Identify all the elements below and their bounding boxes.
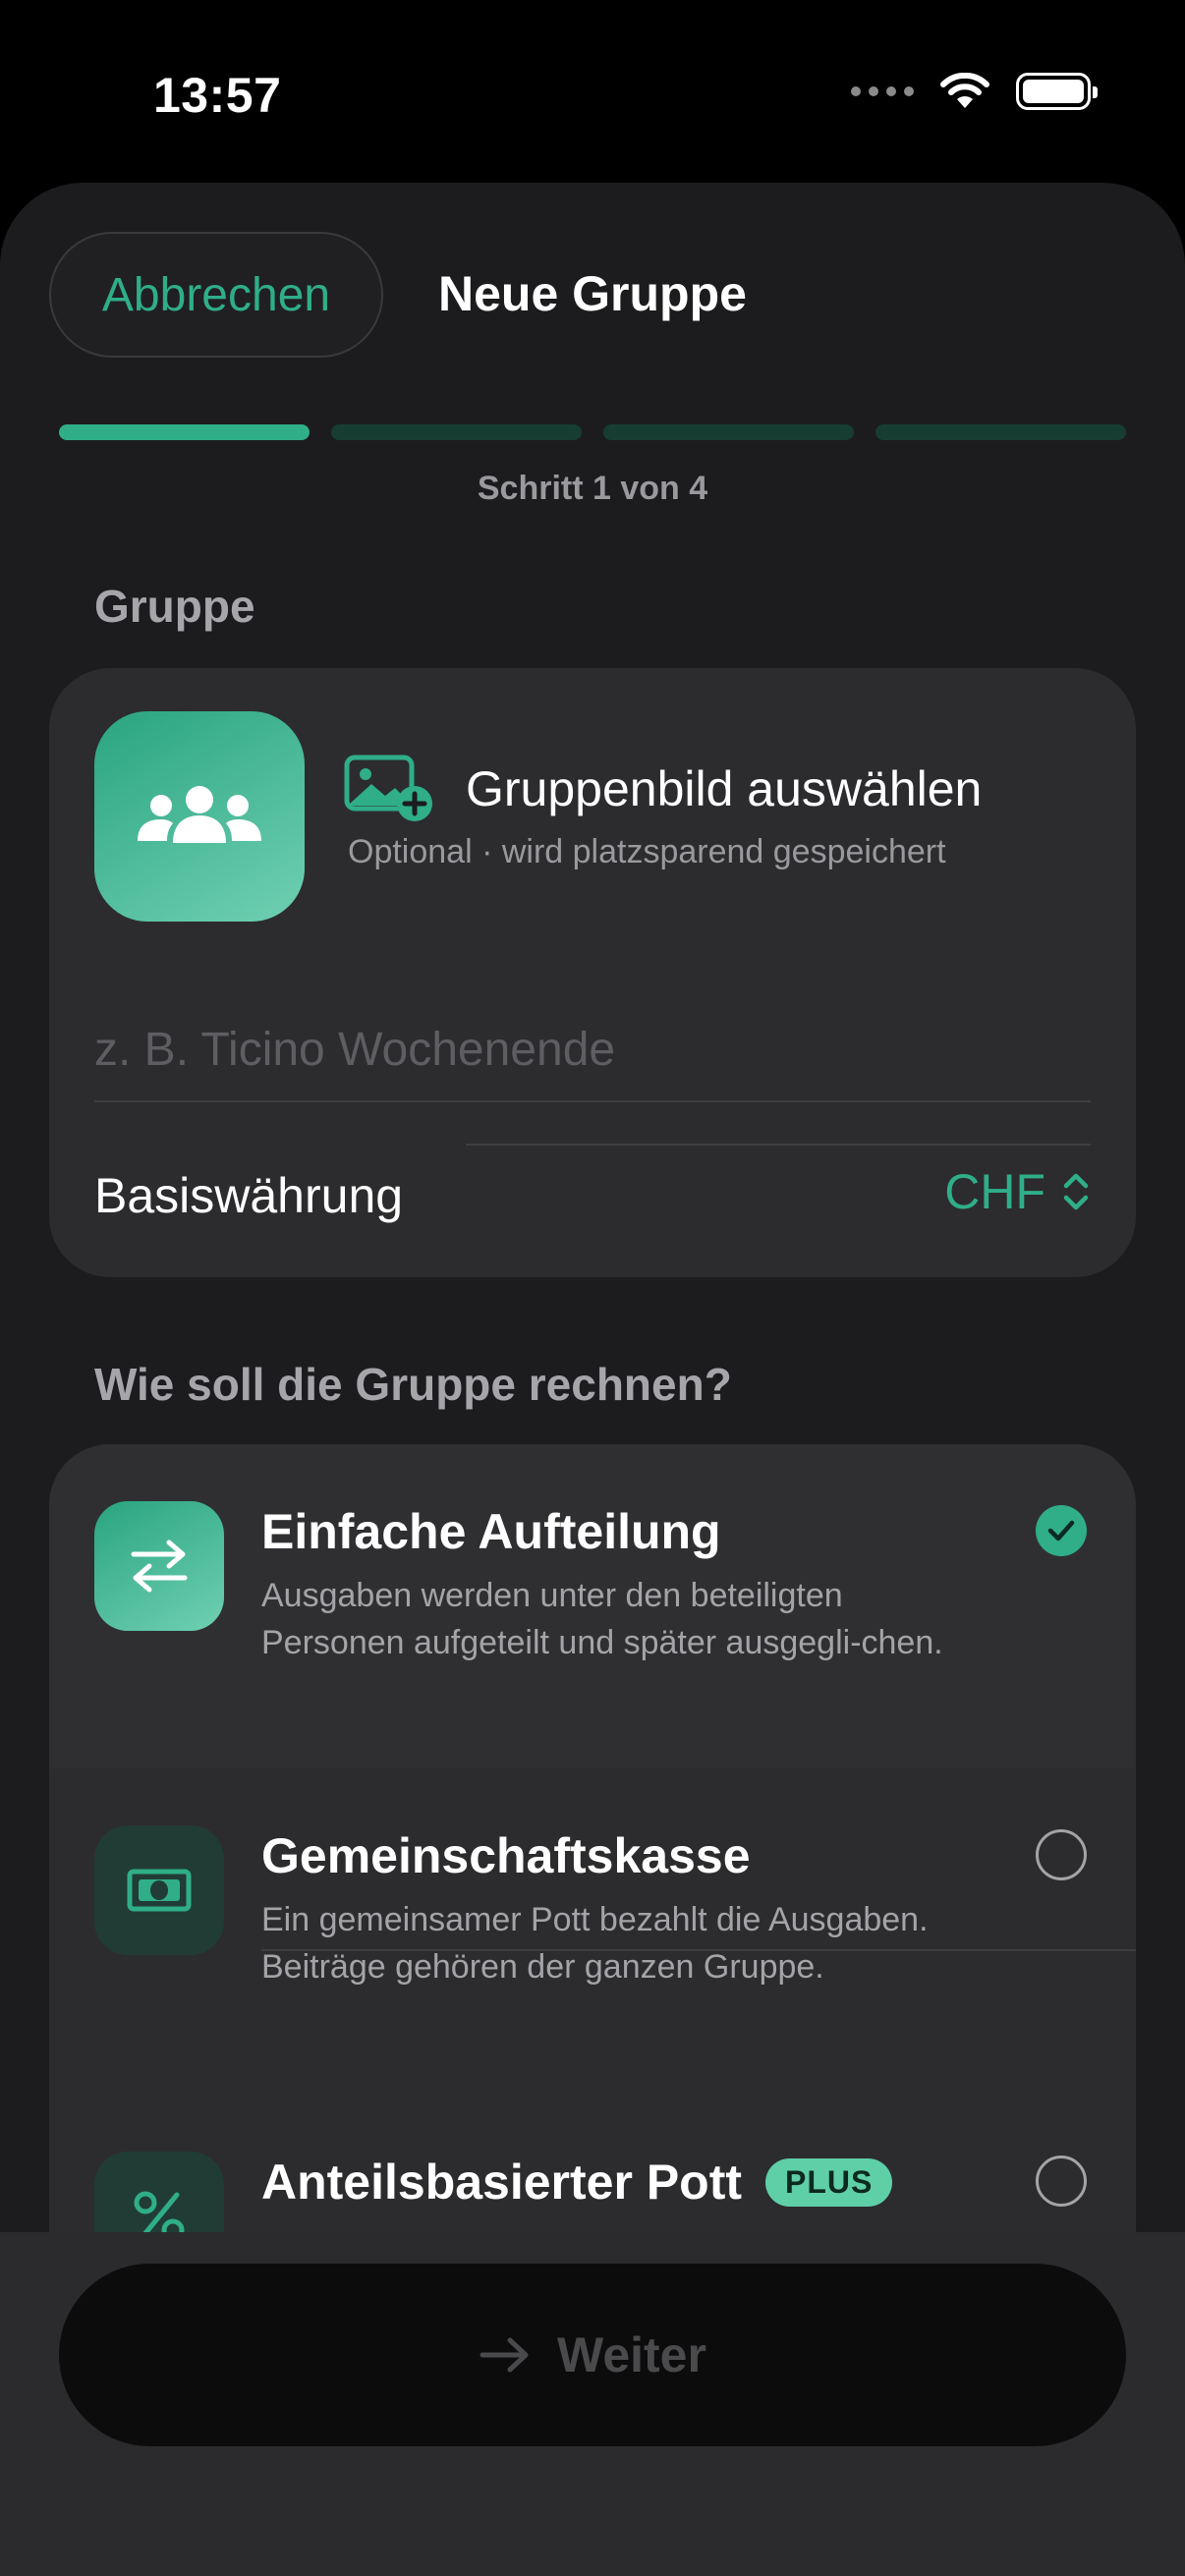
add-photo-icon — [344, 755, 432, 821]
group-card: Gruppenbild auswählen Optional · wird pl… — [49, 668, 1136, 1277]
next-button[interactable]: Weiter — [59, 2264, 1126, 2446]
mode-title: Gemeinschaftskasse — [261, 1828, 751, 1883]
divider — [94, 1100, 1091, 1102]
sheet-title: Neue Gruppe — [438, 266, 747, 321]
pick-image-subtitle: Optional · wird platzsparend gespeichert — [348, 833, 946, 870]
plus-badge: PLUS — [765, 2157, 893, 2207]
mode-radio[interactable] — [1036, 2156, 1087, 2207]
progress-segment-4 — [875, 424, 1126, 440]
status-bar: 13:57 — [0, 0, 1185, 177]
mode-option-simple-split[interactable]: Einfache Aufteilung Ausgaben werden unte… — [49, 1444, 1136, 1768]
bottom-action-bar: Weiter — [0, 2232, 1185, 2576]
arrow-right-icon — [480, 2337, 529, 2373]
base-currency-picker[interactable]: CHF — [944, 1163, 1091, 1220]
group-name-input[interactable] — [94, 992, 1091, 1106]
step-label: Schritt 1 von 4 — [477, 470, 708, 507]
mode-icon-container — [94, 1825, 224, 1955]
new-group-sheet: Abbrechen Neue Gruppe Schritt 1 von 4 Gr… — [0, 183, 1185, 2576]
divider — [466, 1144, 1091, 1146]
mode-radio[interactable] — [1036, 1829, 1087, 1880]
status-time: 13:57 — [153, 68, 282, 123]
chevron-up-down-icon — [1063, 1173, 1089, 1210]
mode-title: Anteilsbasierter Pott PLUS — [261, 2154, 893, 2211]
pick-group-image[interactable]: Gruppenbild auswählen Optional · wird pl… — [344, 755, 1091, 872]
mode-option-shared-pot[interactable]: Gemeinschaftskasse Ein gemeinsamer Pott … — [49, 1768, 1136, 2093]
status-indicators — [851, 73, 1098, 110]
step-progress-bar — [59, 424, 1126, 440]
group-avatar[interactable] — [94, 711, 305, 922]
mode-title: Einfache Aufteilung — [261, 1504, 721, 1559]
battery-icon — [1016, 73, 1098, 110]
progress-segment-3 — [603, 424, 854, 440]
cancel-button[interactable]: Abbrechen — [49, 232, 383, 358]
people-icon — [138, 786, 261, 843]
base-currency-label: Basiswährung — [94, 1168, 404, 1223]
mode-radio-selected[interactable] — [1036, 1505, 1087, 1556]
pick-image-title: Gruppenbild auswählen — [466, 761, 983, 816]
progress-segment-1 — [59, 424, 310, 440]
mode-description: Ein gemeinsamer Pott bezahlt die Ausgabe… — [261, 1901, 929, 1986]
arrows-swap-icon — [131, 1540, 188, 1593]
mode-description: Ausgaben werden unter den beteiligten Pe… — [261, 1577, 943, 1661]
progress-segment-2 — [331, 424, 582, 440]
check-icon — [1047, 1520, 1075, 1541]
base-currency-value: CHF — [944, 1164, 1045, 1219]
cellular-signal-icon — [851, 86, 914, 96]
banknote-icon — [127, 1869, 192, 1912]
next-button-label: Weiter — [557, 2327, 706, 2382]
mode-section-heading: Wie soll die Gruppe rechnen? — [94, 1359, 732, 1410]
group-section-heading: Gruppe — [94, 581, 255, 632]
mode-icon-container — [94, 1501, 224, 1631]
wifi-icon — [940, 73, 989, 108]
